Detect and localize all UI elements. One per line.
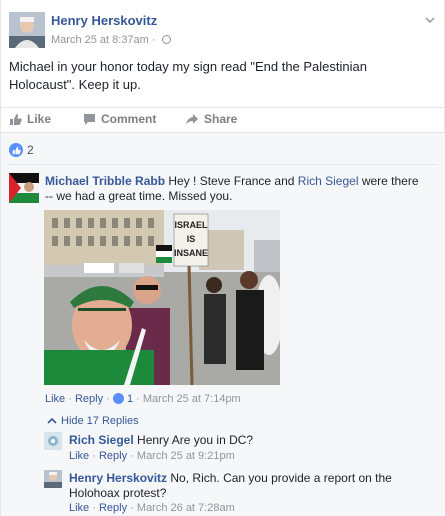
reply-like-link[interactable]: Like [69, 450, 89, 462]
post-timestamp[interactable]: March 25 at 8:37am [51, 34, 149, 46]
post-meta: March 25 at 8:37am · [51, 34, 171, 46]
hide-replies-toggle[interactable]: Hide 17 Replies [47, 415, 139, 427]
reply: Rich Siegel Henry Are you in DC? Like · … [44, 432, 434, 466]
replier-avatar[interactable] [44, 470, 62, 488]
reply-body: Henry Are you in DC? [137, 433, 254, 447]
divider [9, 164, 438, 165]
comment-photo[interactable]: ISRAEL IS INSANE [44, 210, 280, 385]
comment-like-count[interactable]: 1 [127, 393, 133, 405]
comment-label: Comment [101, 112, 157, 126]
reaction-count: 2 [27, 143, 34, 157]
chevron-up-icon [47, 417, 57, 424]
commenter-avatar[interactable] [9, 173, 39, 203]
comment-text: Michael Tribble Rabb Hey ! Steve France … [45, 174, 425, 204]
svg-text:INSANE: INSANE [174, 248, 208, 258]
thumbs-up-icon [10, 113, 22, 125]
like-reaction-icon[interactable] [112, 393, 124, 404]
reply-author[interactable]: Henry Herskovitz [69, 471, 167, 485]
reply-text: Rich Siegel Henry Are you in DC? [69, 433, 429, 448]
comment-reply-link[interactable]: Reply [75, 393, 103, 405]
like-button[interactable]: Like [9, 112, 51, 126]
comment-author[interactable]: Michael Tribble Rabb [45, 174, 165, 188]
chevron-down-icon[interactable] [424, 14, 436, 26]
like-label: Like [27, 112, 52, 126]
author-avatar[interactable] [9, 12, 45, 48]
share-arrow-icon [186, 113, 198, 125]
post-text: Michael in your honor today my sign read… [9, 59, 367, 92]
reply-reply-link[interactable]: Reply [99, 450, 127, 462]
like-reaction-icon [9, 143, 23, 157]
comments-section: 2 Michael Tribble Rabb Hey ! Steve Franc… [1, 132, 445, 516]
reply-reply-link[interactable]: Reply [99, 502, 127, 514]
post-header: Henry Herskovitz March 25 at 8:37am · [9, 12, 436, 52]
reply-footer: Like · Reply · March 26 at 7:28am [69, 502, 235, 514]
reply-author[interactable]: Rich Siegel [69, 433, 134, 447]
reply-timestamp[interactable]: March 26 at 7:28am [137, 502, 235, 514]
reply: Henry Herskovitz No, Rich. Can you provi… [44, 470, 434, 516]
post-author-name[interactable]: Henry Herskovitz [51, 13, 157, 28]
reply-footer: Like · Reply · March 25 at 9:21pm [69, 450, 235, 462]
globe-icon[interactable] [161, 35, 171, 44]
comment-text-part1: Hey ! Steve France and [168, 174, 298, 188]
post-actions-bar: Like Comment Share [1, 107, 445, 131]
comment-button[interactable]: Comment [83, 112, 156, 126]
svg-text:ISRAEL: ISRAEL [174, 220, 208, 230]
comment-mention[interactable]: Rich Siegel [298, 174, 359, 188]
svg-text:IS: IS [187, 234, 196, 244]
facebook-post: Henry Herskovitz March 25 at 8:37am · Mi… [0, 0, 445, 516]
comment-bubble-icon [84, 113, 95, 125]
reactions-summary[interactable]: 2 [9, 143, 34, 157]
reply-like-link[interactable]: Like [69, 502, 89, 514]
share-label: Share [204, 112, 238, 126]
meta-separator: · [151, 34, 156, 46]
reply-timestamp[interactable]: March 25 at 9:21pm [137, 450, 235, 462]
comment-like-link[interactable]: Like [45, 393, 65, 405]
comment-timestamp[interactable]: March 25 at 7:14pm [143, 393, 241, 405]
replier-avatar[interactable] [44, 432, 62, 450]
comment-footer: Like · Reply · 1 · March 25 at 7:14pm [45, 393, 241, 405]
hide-replies-label: Hide 17 Replies [61, 415, 139, 427]
reply-text: Henry Herskovitz No, Rich. Can you provi… [69, 471, 404, 501]
share-button[interactable]: Share [185, 112, 237, 126]
